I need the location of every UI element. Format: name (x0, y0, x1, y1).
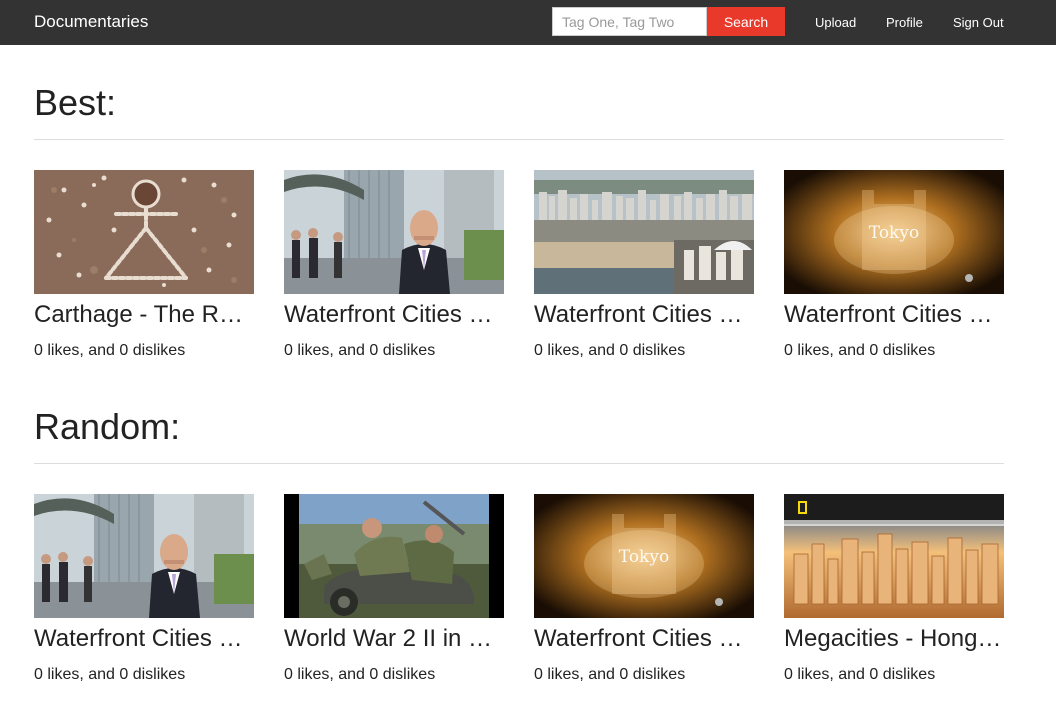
video-stats: 0 likes, and 0 dislikes (284, 666, 436, 683)
random-section-title: Random: (34, 406, 181, 447)
video-thumbnail[interactable] (284, 494, 504, 618)
video-card: Waterfront Cities of the World 0 likes, … (534, 170, 754, 360)
video-stats: 0 likes, and 0 dislikes (784, 342, 936, 359)
search-input[interactable] (552, 7, 707, 36)
sign-out-link[interactable]: Sign Out (953, 15, 1004, 30)
video-card: Megacities - Hong Kong 0 likes, and 0 di… (784, 494, 1004, 684)
video-stats: 0 likes, and 0 dislikes (34, 342, 186, 359)
video-title[interactable]: Waterfront Cities of the World (534, 301, 754, 329)
video-card: Tokyo Waterfront Cities of the World 0 l… (534, 494, 754, 684)
video-stats: 0 likes, and 0 dislikes (784, 666, 936, 683)
video-title[interactable]: World War 2 II in Color (284, 625, 504, 653)
random-divider (34, 463, 1004, 464)
video-card: World War 2 II in Color 0 likes, and 0 d… (284, 494, 504, 684)
video-thumbnail[interactable] (784, 494, 1004, 618)
video-stats: 0 likes, and 0 dislikes (284, 342, 436, 359)
video-thumbnail[interactable] (534, 170, 754, 294)
svg-text:Tokyo: Tokyo (869, 223, 919, 243)
video-card: Waterfront Cities of the World 0 likes, … (34, 494, 254, 684)
search-button[interactable]: Search (707, 7, 785, 36)
svg-text:Tokyo: Tokyo (619, 547, 669, 567)
best-divider (34, 139, 1004, 140)
video-title[interactable]: Megacities - Hong Kong (784, 625, 1004, 653)
profile-link[interactable]: Profile (886, 15, 923, 30)
video-card: Tokyo Waterfront Cities of the World 0 l… (784, 170, 1004, 360)
video-thumbnail[interactable]: Tokyo (784, 170, 1004, 294)
video-thumbnail[interactable] (34, 170, 254, 294)
video-title[interactable]: Waterfront Cities of the World (534, 625, 754, 653)
video-card: Waterfront Cities of the World 0 likes, … (284, 170, 504, 360)
upload-link[interactable]: Upload (815, 15, 856, 30)
video-card: Carthage - The Roman Empire 0 likes, and… (34, 170, 254, 360)
video-stats: 0 likes, and 0 dislikes (34, 666, 186, 683)
video-title[interactable]: Waterfront Cities of the World (34, 625, 254, 653)
video-title[interactable]: Carthage - The Roman Empire (34, 301, 254, 329)
video-title[interactable]: Waterfront Cities of the World (284, 301, 504, 329)
video-stats: 0 likes, and 0 dislikes (534, 342, 686, 359)
best-section-title: Best: (34, 82, 117, 123)
video-thumbnail[interactable]: Tokyo (534, 494, 754, 618)
video-stats: 0 likes, and 0 dislikes (534, 666, 686, 683)
video-thumbnail[interactable] (34, 494, 254, 618)
video-title[interactable]: Waterfront Cities of the World (784, 301, 1004, 329)
video-thumbnail[interactable] (284, 170, 504, 294)
brand-link[interactable]: Documentaries (34, 12, 148, 32)
navbar: Documentaries Search Upload Profile Sign… (0, 0, 1056, 45)
